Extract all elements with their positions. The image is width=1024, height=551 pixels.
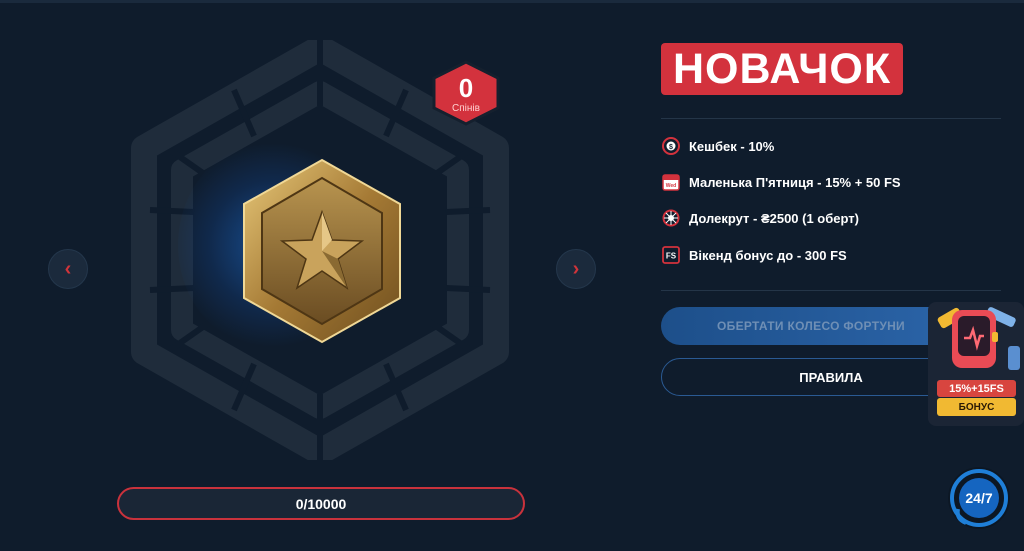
perk-label: Вікенд бонус до - 300 FS — [689, 247, 847, 263]
promo-bonus-label: БОНУС — [937, 398, 1016, 416]
perk-wheel: Долекрут - ₴2500 (1 оберт) — [662, 208, 859, 228]
level-title: НОВАЧОК — [661, 43, 904, 95]
progress-text: 0/10000 — [295, 495, 347, 512]
level-progress-bar: 0/10000 — [117, 487, 525, 520]
calendar-day: Wed — [666, 183, 676, 189]
cashback-icon: $ — [662, 137, 680, 155]
prev-level-button[interactable]: ‹ — [48, 249, 88, 289]
chevron-right-icon: › — [572, 257, 580, 280]
level-badge-icon — [243, 158, 401, 344]
perk-label: Кешбек - 10% — [689, 138, 775, 154]
spin-wheel-label: ОБЕРТАТИ КОЛЕСО ФОРТУНИ — [717, 319, 905, 333]
perk-cashback: $ Кешбек - 10% — [662, 136, 774, 156]
perk-weekend-bonus: FS Вікенд бонус до - 300 FS — [662, 245, 847, 265]
fs-icon: FS — [662, 246, 680, 264]
svg-text:$: $ — [669, 144, 673, 151]
divider — [661, 290, 1001, 291]
calendar-icon: Wed — [662, 173, 680, 191]
next-level-button[interactable]: › — [556, 249, 596, 289]
rules-label: ПРАВИЛА — [799, 369, 863, 385]
spins-count: 0 — [458, 72, 474, 103]
support-chat-button[interactable]: 24/7 — [948, 467, 1010, 529]
wheel-icon — [662, 209, 680, 227]
divider — [661, 118, 1001, 119]
spin-wheel-button[interactable]: ОБЕРТАТИ КОЛЕСО ФОРТУНИ — [661, 307, 961, 345]
support-label: 24/7 — [965, 490, 993, 506]
level-title-text: НОВАЧОК — [673, 45, 892, 93]
promo-percent: 15%+15FS — [937, 380, 1016, 397]
top-border — [0, 0, 1024, 3]
perk-label: Маленька П'ятниця - 15% + 50 FS — [689, 174, 901, 190]
fs-badge: FS — [666, 252, 677, 261]
chevron-left-icon: ‹ — [64, 257, 72, 280]
perk-little-friday: Wed Маленька П'ятниця - 15% + 50 FS — [662, 172, 901, 192]
spins-counter-badge: 0 Спінів — [430, 60, 502, 126]
perk-label: Долекрут - ₴2500 (1 оберт) — [689, 210, 859, 226]
spins-label: Спінів — [452, 102, 480, 114]
